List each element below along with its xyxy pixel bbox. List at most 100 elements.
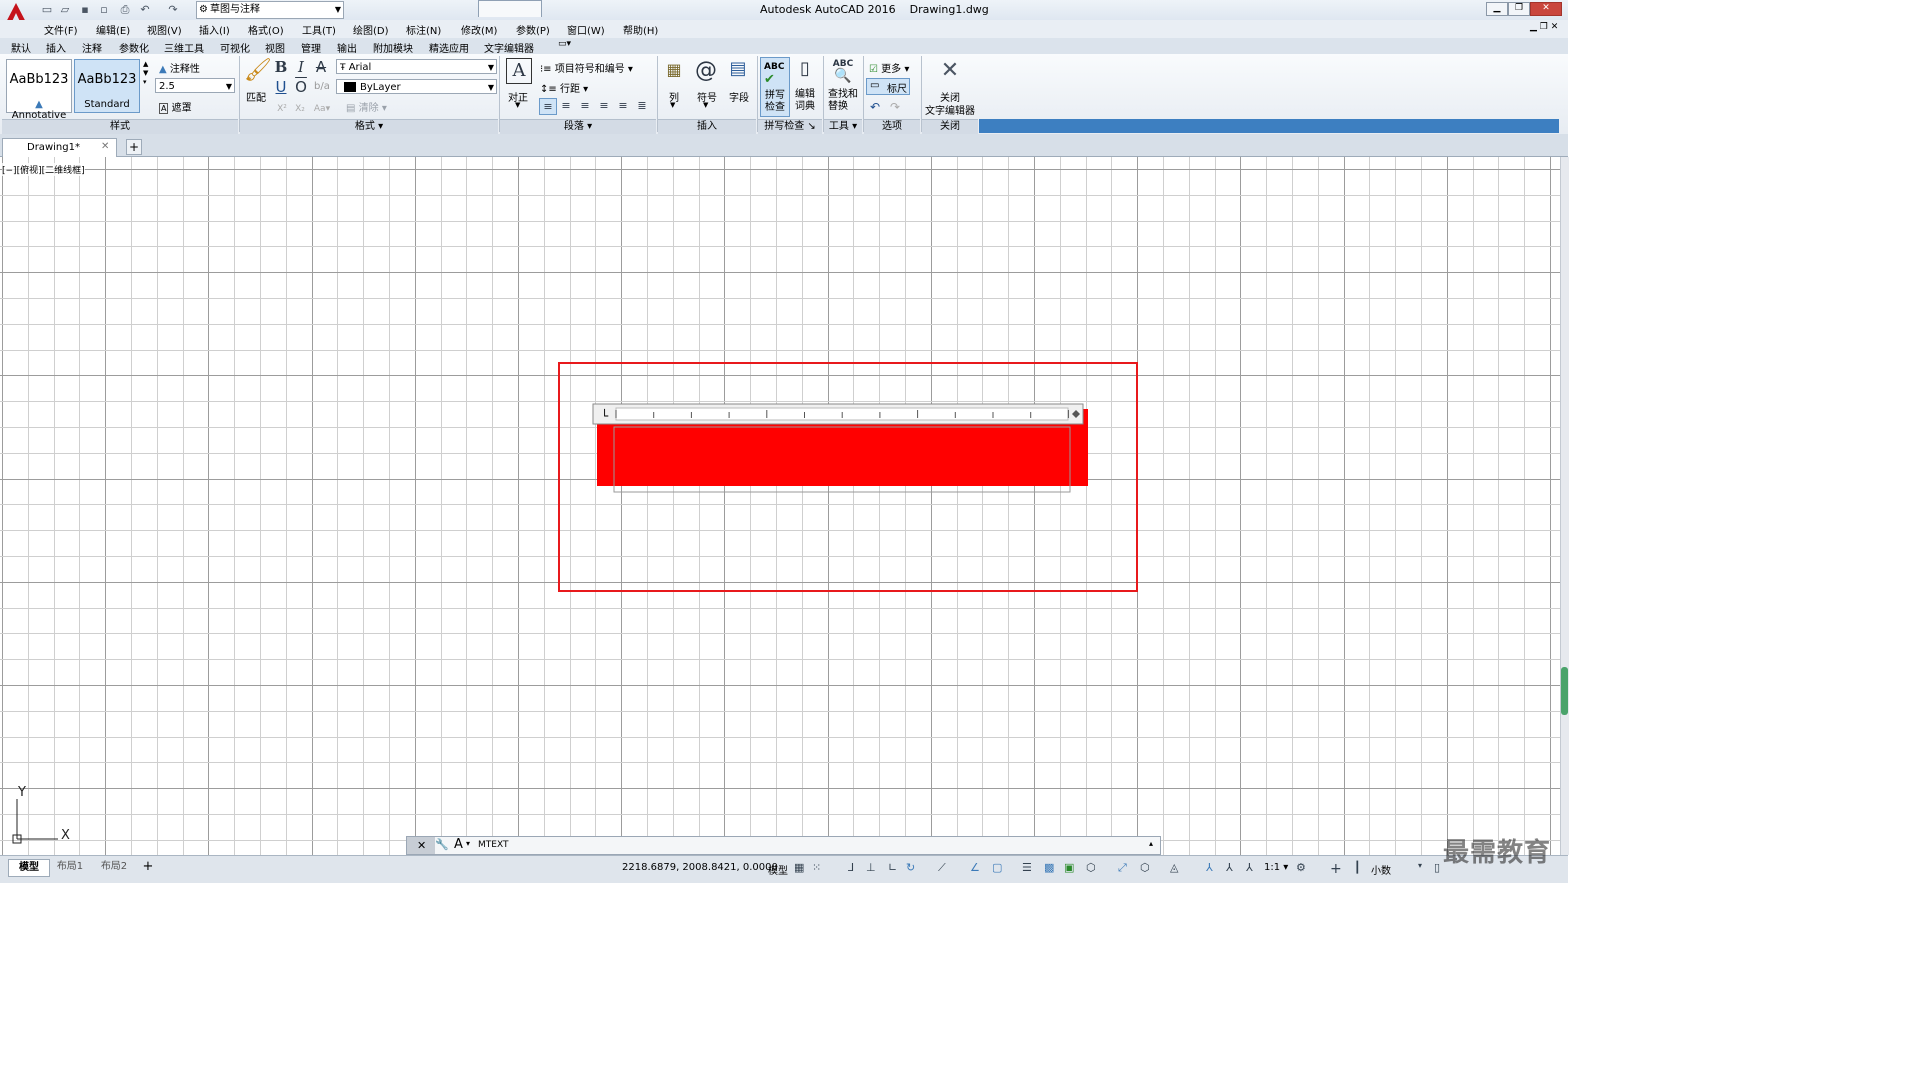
close-icon[interactable]: ✕	[101, 141, 109, 152]
workspace-gear-icon[interactable]: ⚙	[1296, 861, 1306, 874]
drawing-canvas[interactable]: └ Y X	[0, 157, 1560, 855]
ruler-toggle[interactable]: ▭ 标尺	[866, 78, 910, 95]
menu-dimension[interactable]: 标注(N)	[406, 22, 441, 37]
doc-window-controls[interactable]: ▁ ❐ ✕	[1530, 22, 1558, 32]
align-right-icon[interactable]: ≡	[596, 98, 612, 114]
selection-cycling-icon[interactable]: ▣	[1064, 861, 1074, 874]
field-icon[interactable]: ▤	[726, 58, 750, 79]
redo-icon[interactable]: ↷	[166, 3, 180, 16]
line-spacing-button[interactable]: ↕≡ 行距 ▾	[540, 80, 588, 95]
lineweight-icon[interactable]: ☰	[1022, 861, 1032, 874]
menu-edit[interactable]: 编辑(E)	[96, 22, 130, 37]
annotation-visibility-icon[interactable]: ⅄	[1206, 861, 1213, 874]
symbol-icon[interactable]: @	[694, 58, 718, 83]
dynamic-input-icon[interactable]: ⊥	[866, 861, 876, 874]
tab-stop-icon[interactable]: └	[601, 408, 609, 423]
tab-annotate[interactable]: 注释	[82, 40, 102, 55]
menu-view[interactable]: 视图(V)	[147, 22, 182, 37]
justify-icon[interactable]: A	[506, 58, 532, 84]
stack-icon[interactable]: b/a	[314, 79, 330, 95]
units-dropdown[interactable]: 小数	[1371, 862, 1391, 877]
open-file-icon[interactable]: ▱	[58, 3, 72, 16]
chevron-down-icon[interactable]: ▾	[466, 839, 470, 848]
selection-filter-icon[interactable]: ⬡	[1140, 861, 1150, 874]
underline-button[interactable]: U	[274, 79, 288, 95]
chevron-down-icon[interactable]: ▾	[1418, 861, 1422, 870]
panel-format-title[interactable]: 格式 ▾	[240, 119, 498, 134]
text-height-combo[interactable]: 2.5 ▼	[155, 78, 235, 93]
tab-drawing1[interactable]: Drawing1* ✕	[2, 138, 117, 157]
style-annotative[interactable]: AaBb123 ▲ Annotative	[6, 59, 72, 121]
style-standard[interactable]: AaBb123 Standard	[74, 59, 140, 113]
tab-featured-apps[interactable]: 精选应用	[429, 40, 469, 55]
minimize-button[interactable]: ▁	[1486, 2, 1508, 16]
undo-icon[interactable]: ↶	[869, 99, 881, 115]
tab-parametric[interactable]: 参数化	[119, 40, 149, 55]
annotation-scale-icon[interactable]: ⅄	[1246, 861, 1253, 874]
isodraft-icon[interactable]: ⟋	[938, 861, 946, 875]
menu-modify[interactable]: 修改(M)	[461, 22, 497, 37]
quick-properties-icon[interactable]: ▯	[1434, 861, 1440, 874]
columns-icon[interactable]: ▦	[664, 60, 684, 79]
command-line[interactable]: ✕ 🔧 A ▾ MTEXT ▴	[406, 836, 1161, 855]
infer-icon[interactable]: ⅃	[848, 861, 854, 874]
more-button[interactable]: ☑ 更多 ▾	[869, 60, 909, 75]
viewport-controls[interactable]: [−][俯视][二维线框]	[2, 163, 85, 176]
tab-layout2[interactable]: 布局2	[96, 859, 132, 875]
annotative-toggle[interactable]: ▲ 注释性	[159, 60, 200, 75]
menu-format[interactable]: 格式(O)	[248, 22, 284, 37]
menu-help[interactable]: 帮助(H)	[623, 22, 658, 37]
ribbon-minimize-icon[interactable]: ▭▾	[558, 39, 571, 49]
bullets-button[interactable]: ⁝≡ 项目符号和编号 ▾	[540, 60, 633, 75]
coordinates[interactable]: 2218.6879, 2008.8421, 0.0000	[622, 862, 778, 873]
tab-3d-tools[interactable]: 三维工具	[164, 40, 204, 55]
align-center-icon[interactable]: ≡	[577, 98, 593, 114]
ortho-icon[interactable]: ∟	[888, 861, 897, 874]
close-text-editor-icon[interactable]: ✕	[936, 58, 964, 83]
tab-output[interactable]: 输出	[337, 40, 357, 55]
clear-button[interactable]: ▤ 清除 ▾	[346, 99, 387, 114]
align-justify-icon[interactable]: ≡	[615, 98, 631, 114]
grid-icon[interactable]: ▦	[794, 861, 804, 874]
vertical-scrollbar[interactable]	[1560, 157, 1569, 855]
annotation-monitor-icon[interactable]: +	[1330, 861, 1342, 877]
menu-insert[interactable]: 插入(I)	[199, 22, 230, 37]
find-replace-icon[interactable]: ABC 🔍	[829, 58, 857, 84]
scroll-thumb[interactable]	[1561, 667, 1568, 715]
object-snap-tracking-icon[interactable]: ∠	[970, 861, 980, 874]
superscript-icon[interactable]: X²	[275, 101, 289, 117]
tab-default[interactable]: 默认	[11, 40, 31, 55]
change-case-button[interactable]: Aa▾	[312, 101, 332, 117]
new-tab-button[interactable]: +	[126, 139, 142, 155]
italic-button[interactable]: I	[294, 59, 308, 75]
restore-button[interactable]: ❐	[1508, 2, 1530, 16]
tab-visualize[interactable]: 可视化	[220, 40, 250, 55]
tab-addins[interactable]: 附加模块	[373, 40, 413, 55]
tab-layout1[interactable]: 布局1	[52, 859, 88, 875]
polar-icon[interactable]: ↻	[906, 861, 915, 874]
style-scroll-icon[interactable]: ▲ ▼ ▾	[143, 60, 148, 87]
auto-scale-icon[interactable]: ⅄	[1226, 861, 1233, 874]
3d-osnap-icon[interactable]: ⬡	[1086, 861, 1096, 874]
close-window-button[interactable]: ✕	[1530, 2, 1562, 16]
align-distribute-icon[interactable]: ≣	[634, 98, 650, 114]
dynamic-ucs-icon[interactable]: ⤢	[1118, 861, 1127, 875]
tab-text-editor[interactable]: 文字编辑器	[484, 40, 534, 55]
panel-paragraph-title[interactable]: 段落 ▾	[500, 119, 656, 134]
undo-icon[interactable]: ↶	[138, 3, 152, 16]
workspace-dropdown[interactable]: ⚙ 草图与注释 ▼	[196, 1, 344, 19]
align-left-icon[interactable]: ≡	[558, 98, 574, 114]
snap-icon[interactable]: ⁙	[812, 861, 821, 874]
strikethrough-button[interactable]: A	[314, 59, 328, 75]
menu-window[interactable]: 窗口(W)	[567, 22, 605, 37]
menu-parameter[interactable]: 参数(P)	[516, 22, 550, 37]
panel-tools-title[interactable]: 工具 ▾	[824, 119, 862, 134]
tab-manage[interactable]: 管理	[301, 40, 321, 55]
menu-tools[interactable]: 工具(T)	[302, 22, 336, 37]
redo-icon[interactable]: ↷	[889, 99, 901, 115]
new-file-icon[interactable]: ▭	[40, 3, 54, 16]
object-snap-icon[interactable]: ▢	[992, 861, 1002, 874]
tab-view[interactable]: 视图	[265, 40, 285, 55]
mtext-ruler[interactable]: └	[592, 403, 1084, 425]
save-icon[interactable]: ▪	[78, 3, 92, 16]
